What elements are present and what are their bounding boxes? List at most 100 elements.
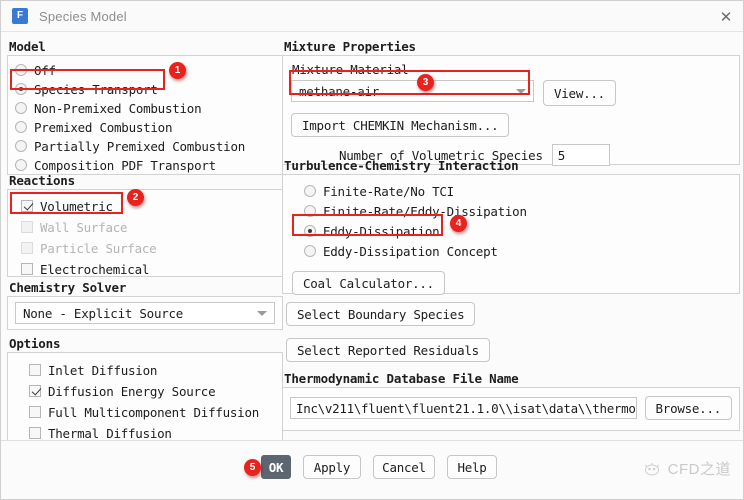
diffusion-energy-source-checkbox[interactable] [29,385,41,397]
view-button[interactable]: View... [543,80,616,106]
species-model-dialog: F Species Model ✕ Model Off Species Tran… [0,0,744,500]
chemistry-solver-dropdown[interactable]: None - Explicit Source [15,302,275,324]
import-chemkin-mechanism-button[interactable]: Import CHEMKIN Mechanism... [291,113,510,137]
model-option-premixed-combustion[interactable]: Premixed Combustion [15,118,275,136]
thermodynamic-db-path-field[interactable]: Inc\v211\fluent\fluent21.1.0\\isat\data\… [290,397,637,419]
model-option-composition-pdf-transport[interactable]: Composition PDF Transport [15,156,275,174]
electrochemical-checkbox[interactable] [21,263,33,275]
mixture-material-value: methane-air [299,83,380,99]
model-group-title: Model [9,39,46,54]
model-option-off[interactable]: Off [15,61,275,79]
model-option-non-premixed-combustion[interactable]: Non-Premixed Combustion [15,99,275,117]
watermark-text: CFD之道 [667,461,731,478]
reaction-option-label: Particle Surface [40,240,157,256]
footer-button-row: OK Apply Cancel Help [261,455,497,479]
cfd-logo-icon [644,462,660,475]
inlet-diffusion-checkbox[interactable] [29,364,41,376]
mixture-material-dropdown[interactable]: methane-air [291,80,534,102]
option-inlet-diffusion[interactable]: Inlet Diffusion [29,361,275,379]
reaction-option-label: Volumetric [40,198,113,214]
coal-calculator-button[interactable]: Coal Calculator... [292,271,445,295]
select-reported-residuals-button[interactable]: Select Reported Residuals [286,338,490,362]
options-group-title: Options [9,336,61,351]
model-option-label: Premixed Combustion [34,119,173,135]
cancel-button[interactable]: Cancel [373,455,435,479]
off-radio[interactable] [15,64,27,76]
reaction-option-volumetric[interactable]: Volumetric [21,197,275,215]
dialog-footer: OK Apply Cancel Help 5 CFD之道 [1,440,743,499]
model-group-box: Off Species Transport Non-Premixed Combu… [7,55,283,175]
species-transport-radio[interactable] [15,83,27,95]
tci-option-eddy-dissipation[interactable]: Eddy-Dissipation [304,222,731,240]
volumetric-checkbox[interactable] [21,200,33,212]
model-option-label: Non-Premixed Combustion [34,100,202,116]
browse-button[interactable]: Browse... [644,396,732,420]
reaction-option-particle-surface: Particle Surface [21,239,275,257]
window-title: Species Model [39,8,127,24]
thermal-diffusion-checkbox[interactable] [29,427,41,439]
option-full-multicomponent-diffusion[interactable]: Full Multicomponent Diffusion [29,403,275,421]
mixture-material-label: Mixture Material [292,62,409,77]
close-icon[interactable]: ✕ [716,7,736,27]
model-option-label: Composition PDF Transport [34,157,216,173]
turbulence-chemistry-group-title: Turbulence-Chemistry Interaction [284,158,519,173]
model-option-label: Species Transport [34,81,158,97]
chevron-down-icon [257,311,267,316]
ok-button[interactable]: OK [261,455,291,479]
non-premixed-combustion-radio[interactable] [15,102,27,114]
reaction-option-wall-surface: Wall Surface [21,218,275,236]
annotation-badge-3: 3 [417,74,434,91]
thermodynamic-db-label: Thermodynamic Database File Name [284,371,519,386]
annotation-badge-1: 1 [169,62,186,79]
reactions-group-title: Reactions [9,173,75,188]
thermodynamic-db-box: Inc\v211\fluent\fluent21.1.0\\isat\data\… [282,387,740,431]
model-option-label: Off [34,62,56,78]
model-option-species-transport[interactable]: Species Transport [15,80,275,98]
option-label: Thermal Diffusion [48,425,172,441]
tci-option-finite-rate-no-tci[interactable]: Finite-Rate/No TCI [304,182,731,200]
reaction-option-label: Electrochemical [40,261,150,277]
annotation-badge-5: 5 [244,459,261,476]
option-diffusion-energy-source[interactable]: Diffusion Energy Source [29,382,275,400]
watermark: CFD之道 [642,458,731,479]
wall-surface-checkbox [21,221,33,233]
full-multicomponent-diffusion-checkbox[interactable] [29,406,41,418]
tci-option-label: Finite-Rate/Eddy-Dissipation [323,203,527,219]
mixture-properties-group-box: Mixture Material methane-air View... Imp… [282,55,740,166]
eddy-dissipation-radio[interactable] [304,225,316,237]
title-bar: F Species Model ✕ [1,1,743,32]
fluent-app-icon: F [12,8,28,24]
finite-rate-no-tci-radio[interactable] [304,185,316,197]
apply-button[interactable]: Apply [303,455,361,479]
annotation-badge-2: 2 [127,189,144,206]
model-option-partially-premixed-combustion[interactable]: Partially Premixed Combustion [15,137,275,155]
reactions-group-box: Volumetric Wall Surface Particle Surface… [7,189,283,277]
mixture-properties-group-title: Mixture Properties [284,39,416,54]
particle-surface-checkbox [21,242,33,254]
tci-option-eddy-dissipation-concept[interactable]: Eddy-Dissipation Concept [304,242,731,260]
help-button[interactable]: Help [447,455,497,479]
tci-option-finite-rate-eddy-dissipation[interactable]: Finite-Rate/Eddy-Dissipation [304,202,731,220]
option-label: Full Multicomponent Diffusion [48,404,259,420]
model-option-label: Partially Premixed Combustion [34,138,245,154]
premixed-combustion-radio[interactable] [15,121,27,133]
composition-pdf-transport-radio[interactable] [15,159,27,171]
tci-option-label: Finite-Rate/No TCI [323,183,454,199]
option-label: Inlet Diffusion [48,362,158,378]
turbulence-chemistry-group-box: Finite-Rate/No TCI Finite-Rate/Eddy-Diss… [282,174,740,295]
dialog-content: Model Off Species Transport Non-Premixed… [1,32,743,443]
partially-premixed-combustion-radio[interactable] [15,140,27,152]
chemistry-solver-group-title: Chemistry Solver [9,280,127,295]
chevron-down-icon [516,89,526,94]
annotation-badge-4: 4 [450,215,467,232]
reaction-option-label: Wall Surface [40,219,128,235]
select-boundary-species-button[interactable]: Select Boundary Species [286,302,476,326]
eddy-dissipation-concept-radio[interactable] [304,245,316,257]
reaction-option-electrochemical[interactable]: Electrochemical [21,260,275,278]
tci-option-label: Eddy-Dissipation Concept [323,243,498,259]
finite-rate-eddy-dissipation-radio[interactable] [304,205,316,217]
options-group-box: Inlet Diffusion Diffusion Energy Source … [7,352,283,443]
chemistry-solver-value: None - Explicit Source [23,305,184,321]
option-label: Diffusion Energy Source [48,383,216,399]
tci-option-label: Eddy-Dissipation [323,223,440,239]
